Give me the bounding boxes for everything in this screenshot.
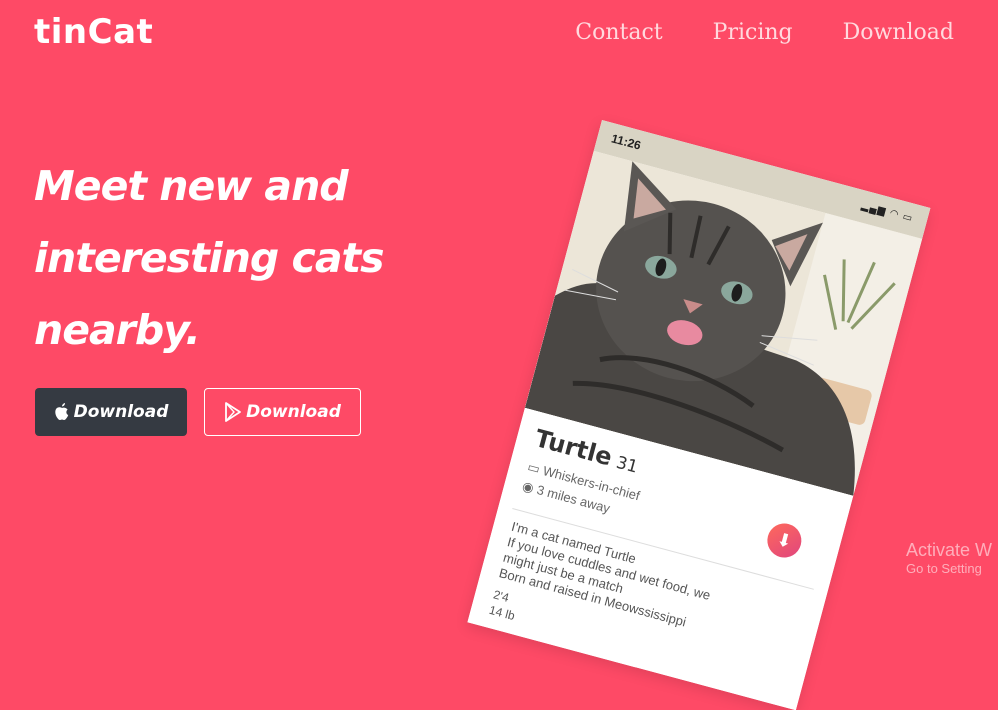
hero-headline: Meet new and interesting cats nearby. <box>34 150 464 366</box>
arrow-down-icon: ⬇ <box>774 528 795 553</box>
apple-icon <box>54 403 68 420</box>
phone-mockup: 11:26 ▂▄▆ ◠ ▭ Turtle31 ▭ Whiskers-in-chi… <box>467 120 931 710</box>
nav-download[interactable]: Download <box>843 20 954 45</box>
top-nav: Contact Pricing Download <box>575 20 954 45</box>
brand-logo[interactable]: tinCat <box>34 12 153 52</box>
profile-weight: 14 lb <box>487 602 517 624</box>
google-play-download-label: Download <box>246 402 341 422</box>
profile-bio: I'm a cat named Turtle If you love cuddl… <box>497 519 803 658</box>
nav-pricing[interactable]: Pricing <box>713 20 793 45</box>
hero-line-3: nearby. <box>34 306 201 354</box>
google-play-icon <box>225 402 242 422</box>
profile-age: 31 <box>613 452 641 478</box>
signal-wifi-battery-icon: ▂▄▆ ◠ ▭ <box>860 200 915 225</box>
hero-line-2: interesting cats <box>34 234 385 282</box>
status-time: 11:26 <box>609 131 643 153</box>
profile-stats: 2'4 14 lb <box>487 586 520 624</box>
nav-contact[interactable]: Contact <box>575 20 662 45</box>
profile-height: 2'4 <box>491 587 511 605</box>
app-store-download-label: Download <box>73 402 169 422</box>
app-store-download-button[interactable]: Download <box>35 388 187 436</box>
watermark-subtitle: Go to Setting <box>906 561 982 576</box>
location-pin-icon: ◉ <box>520 478 536 496</box>
windows-activation-watermark: Activate W Go to Setting <box>906 540 992 576</box>
briefcase-icon: ▭ <box>525 458 542 477</box>
hero-line-1: Meet new and <box>34 162 349 210</box>
google-play-download-button[interactable]: Download <box>204 388 361 436</box>
collapse-profile-button[interactable]: ⬇ <box>763 519 806 562</box>
watermark-title: Activate W <box>906 540 993 560</box>
